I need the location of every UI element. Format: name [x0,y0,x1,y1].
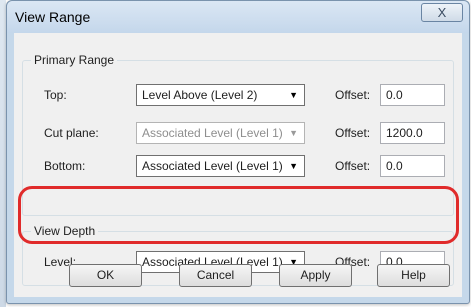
close-button[interactable]: X [421,3,463,22]
bottom-label: Bottom: [44,159,86,173]
apply-button[interactable]: Apply [279,264,352,287]
cancel-button[interactable]: Cancel [179,264,252,287]
cut-plane-offset-label: Offset: [335,126,371,140]
top-offset-input[interactable]: 0.0 [380,84,445,106]
bottom-level-value: Associated Level (Level 1) [142,159,283,173]
dropdown-arrow-icon: ▼ [289,90,298,100]
ok-button[interactable]: OK [69,264,142,287]
top-level-combo[interactable]: Level Above (Level 2) ▼ [136,84,305,106]
top-label: Top: [44,88,67,102]
dropdown-arrow-icon: ▼ [289,128,298,138]
title-bar[interactable]: View Range X [7,1,469,33]
cut-plane-combo: Associated Level (Level 1) ▼ [136,122,305,144]
bottom-offset-label: Offset: [335,159,371,173]
bottom-offset-input[interactable]: 0.0 [380,155,445,177]
help-button[interactable]: Help [377,264,450,287]
bottom-level-combo[interactable]: Associated Level (Level 1) ▼ [136,155,305,177]
dialog-client-area: Primary Range Top: Level Above (Level 2)… [14,33,462,297]
top-level-value: Level Above (Level 2) [142,88,258,102]
view-depth-label: View Depth [31,224,99,238]
view-range-dialog: View Range X Primary Range Top: Level Ab… [6,0,470,304]
close-icon: X [437,5,447,20]
cut-plane-label: Cut plane: [44,126,99,140]
primary-range-label: Primary Range [31,53,118,67]
dropdown-arrow-icon: ▼ [289,161,298,171]
cut-plane-value: Associated Level (Level 1) [142,126,283,140]
top-offset-label: Offset: [335,88,371,102]
cut-plane-offset-input[interactable]: 1200.0 [380,122,445,144]
dialog-title: View Range [15,9,91,25]
